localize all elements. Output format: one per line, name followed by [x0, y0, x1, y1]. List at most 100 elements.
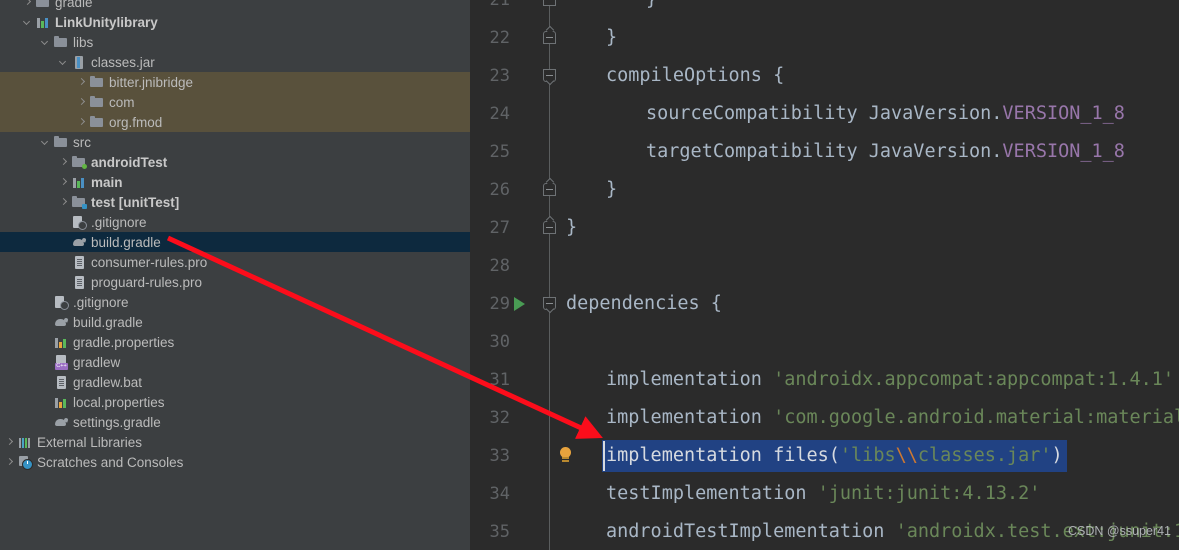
green-dot-badge: [82, 163, 87, 169]
tree-item-gradle-properties[interactable]: gradle.properties: [0, 332, 470, 352]
properties-icon: [54, 395, 69, 410]
tree-item-classes-jar[interactable]: classes.jar: [0, 52, 470, 72]
chevron-right-icon[interactable]: [22, 0, 33, 8]
tree-item-linkunitylibrary[interactable]: LinkUnitylibrary: [0, 12, 470, 32]
intention-bulb-icon[interactable]: [558, 447, 574, 464]
line-number: 21: [489, 0, 510, 10]
tree-item-gradle[interactable]: gradle: [0, 0, 470, 12]
project-tree-panel[interactable]: gradle LinkUnitylibrary libs classes.jar bit…: [0, 0, 470, 550]
tree-item-label: com: [109, 94, 135, 110]
folder-icon: [36, 0, 51, 10]
chevron-down-icon[interactable]: [40, 37, 51, 48]
code-text: }: [606, 19, 617, 57]
chevron-down-icon[interactable]: [40, 137, 51, 148]
tree-item-main[interactable]: main: [0, 172, 470, 192]
no-chevron-spacer: [40, 297, 51, 308]
chevron-right-icon[interactable]: [76, 117, 87, 128]
code-line-23[interactable]: 23 compileOptions {: [470, 57, 1179, 95]
code-token: ): [1051, 445, 1063, 466]
tree-item-gradlew-bat[interactable]: gradlew.bat: [0, 372, 470, 392]
tree-item-label: Scratches and Consoles: [37, 454, 184, 470]
code-line-21[interactable]: 21}: [470, 0, 1179, 19]
chevron-right-icon[interactable]: [58, 177, 69, 188]
chevron-down-icon[interactable]: [58, 57, 69, 68]
code-fold-toggle[interactable]: [543, 25, 558, 46]
chevron-right-icon[interactable]: [58, 157, 69, 168]
code-token: testImplementation: [606, 483, 818, 504]
tree-item-local-properties[interactable]: local.properties: [0, 392, 470, 412]
code-token: 'com.google.android.material:material:1.…: [773, 407, 1179, 428]
tree-item-scratches-and-consoles[interactable]: Scratches and Consoles: [0, 452, 470, 472]
no-chevron-spacer: [40, 337, 51, 348]
line-number: 32: [489, 408, 510, 428]
code-fold-toggle[interactable]: [543, 215, 558, 236]
tree-item-gitignore[interactable]: .gitignore: [0, 292, 470, 312]
code-fold-toggle[interactable]: [543, 67, 558, 86]
code-line-34[interactable]: 34 testImplementation 'junit:junit:4.13.2…: [470, 475, 1179, 513]
tree-item-bitter-jnibridge[interactable]: bitter.jnibridge: [0, 72, 470, 92]
indent-guide: [549, 437, 550, 475]
jar-icon: [72, 55, 87, 70]
code-line-33[interactable]: 33 implementation files('libs\\classes.ja…: [470, 437, 1179, 475]
code-token: implementation: [606, 369, 774, 390]
code-line-32[interactable]: 32 implementation 'com.google.android.mat…: [470, 399, 1179, 437]
no-chevron-spacer: [58, 277, 69, 288]
no-chevron-spacer: [58, 237, 69, 248]
code-fold-toggle[interactable]: [543, 295, 558, 314]
folder-blue-badge-icon: [72, 195, 87, 210]
tree-item-label: src: [73, 134, 91, 150]
tree-item-label: test [unitTest]: [91, 194, 180, 210]
tree-item-proguard-rules-pro[interactable]: proguard-rules.pro: [0, 272, 470, 292]
tree-item-libs[interactable]: libs: [0, 32, 470, 52]
code-fold-toggle[interactable]: [543, 0, 558, 8]
code-line-25[interactable]: 25 targetCompatibility JavaVersion.VERSIO…: [470, 133, 1179, 171]
folder-icon: [54, 135, 69, 150]
code-line-31[interactable]: 31 implementation 'androidx.appcompat:app…: [470, 361, 1179, 399]
code-token: 'androidx.appcompat:appcompat:1.4.1': [773, 369, 1175, 390]
code-line-27[interactable]: 27}: [470, 209, 1179, 247]
folder-icon: [90, 75, 105, 90]
code-line-29[interactable]: 29 dependencies {: [470, 285, 1179, 323]
tree-item-gitignore[interactable]: .gitignore: [0, 212, 470, 232]
bulb-base: [562, 457, 569, 459]
chevron-down-icon[interactable]: [22, 17, 33, 28]
tree-item-gradlew[interactable]: C++ gradlew: [0, 352, 470, 372]
tree-item-com[interactable]: com: [0, 92, 470, 112]
code-fold-toggle[interactable]: [543, 177, 558, 198]
tree-item-external-libraries[interactable]: External Libraries: [0, 432, 470, 452]
code-line-30[interactable]: 30: [470, 323, 1179, 361]
tree-item-src[interactable]: src: [0, 132, 470, 152]
tree-item-test-unittest[interactable]: test [unitTest]: [0, 192, 470, 212]
code-editor[interactable]: 21}22}23compileOptions {24sourceCompatib…: [470, 0, 1179, 550]
line-number: 31: [489, 370, 510, 390]
chevron-right-icon[interactable]: [76, 97, 87, 108]
folder-icon: [54, 35, 69, 50]
line-number: 25: [489, 142, 510, 162]
code-line-26[interactable]: 26}: [470, 171, 1179, 209]
code-line-22[interactable]: 22}: [470, 19, 1179, 57]
no-chevron-spacer: [40, 377, 51, 388]
chevron-right-icon[interactable]: [4, 457, 15, 468]
tree-item-label: build.gradle: [73, 314, 143, 330]
code-text: dependencies {: [566, 285, 722, 323]
tree-item-settings-gradle[interactable]: settings.gradle: [0, 412, 470, 432]
code-text: targetCompatibility JavaVersion.VERSION_…: [646, 133, 1125, 171]
tree-item-build-gradle[interactable]: build.gradle: [0, 312, 470, 332]
indent-guide: [549, 323, 550, 361]
no-chevron-spacer: [40, 397, 51, 408]
tree-item-org-fmod[interactable]: org.fmod: [0, 112, 470, 132]
run-gutter-icon[interactable]: [514, 297, 525, 311]
tree-item-build-gradle[interactable]: build.gradle: [0, 232, 470, 252]
code-line-28[interactable]: 28: [470, 247, 1179, 285]
chevron-right-icon[interactable]: [58, 197, 69, 208]
chevron-right-icon[interactable]: [76, 77, 87, 88]
tree-item-consumer-rules-pro[interactable]: consumer-rules.pro: [0, 252, 470, 272]
folder-icon: [90, 115, 105, 130]
tree-item-androidtest[interactable]: androidTest: [0, 152, 470, 172]
code-token: targetCompatibility JavaVersion.: [646, 141, 1003, 162]
ide-screenshot: gradle LinkUnitylibrary libs classes.jar bit…: [0, 0, 1179, 550]
chevron-right-icon[interactable]: [4, 437, 15, 448]
code-line-24[interactable]: 24 sourceCompatibility JavaVersion.VERSIO…: [470, 95, 1179, 133]
code-text: sourceCompatibility JavaVersion.VERSION_…: [646, 95, 1125, 133]
no-chevron-spacer: [58, 257, 69, 268]
